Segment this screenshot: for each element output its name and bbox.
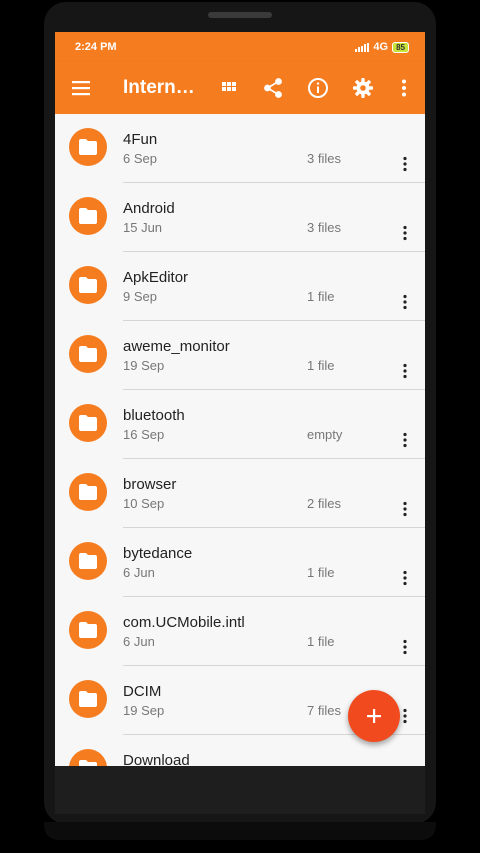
file-date: 19 Sep — [123, 358, 165, 373]
file-count: 1 file — [307, 289, 335, 304]
file-count: 1 file — [307, 358, 335, 373]
file-name: browser — [123, 476, 177, 493]
folder-icon — [69, 128, 107, 166]
list-item[interactable]: aweme_monitor 19 Sep 1 file — [55, 321, 425, 390]
list-item[interactable]: browser 10 Sep 2 files — [55, 459, 425, 528]
list-item[interactable]: Android 15 Jun 3 files — [55, 183, 425, 252]
file-date: 19 Sep — [123, 703, 165, 718]
list-item[interactable]: com.UCMobile.intl 6 Jun 1 file — [55, 597, 425, 666]
file-count: 3 files — [307, 151, 341, 166]
item-more-icon[interactable] — [397, 570, 413, 586]
folder-icon — [69, 473, 107, 511]
file-date: 6 Jun — [123, 634, 155, 649]
status-time: 2:24 PM — [75, 41, 117, 53]
file-date: 16 Sep — [123, 427, 165, 442]
folder-icon — [69, 542, 107, 580]
phone-base — [44, 822, 436, 840]
file-name: 4Fun — [123, 131, 158, 148]
file-name: Download — [123, 752, 190, 766]
file-count: empty — [307, 427, 343, 442]
folder-icon — [69, 335, 107, 373]
item-more-icon[interactable] — [397, 363, 413, 379]
bottom-bezel — [55, 766, 425, 814]
file-name: bytedance — [123, 545, 193, 562]
folder-icon — [69, 266, 107, 304]
file-count: 1 file — [307, 565, 335, 580]
file-name: DCIM — [123, 683, 162, 700]
status-bar: 2:24 PM 4G 85 — [55, 32, 425, 62]
plus-icon — [367, 709, 381, 723]
item-more-icon[interactable] — [397, 156, 413, 172]
app-bar: Internal storage — [55, 62, 425, 114]
share-icon[interactable] — [261, 76, 285, 100]
list-item[interactable]: 4Fun 6 Sep 3 files — [55, 114, 425, 183]
add-fab-button[interactable] — [348, 690, 400, 742]
file-count: 1 file — [307, 634, 335, 649]
screen: 2:24 PM 4G 85 Internal storage — [55, 32, 425, 766]
file-list: 4Fun 6 Sep 3 files Android 15 Jun 3 files ApkE… — [55, 114, 425, 766]
folder-icon — [69, 749, 107, 766]
file-count: 3 files — [307, 220, 341, 235]
network-type: 4G — [373, 41, 389, 53]
more-vert-icon[interactable] — [392, 76, 416, 100]
settings-icon[interactable] — [351, 76, 375, 100]
folder-icon — [69, 611, 107, 649]
item-more-icon[interactable] — [397, 639, 413, 655]
file-name: aweme_monitor — [123, 338, 230, 355]
file-name: com.UCMobile.intl — [123, 614, 245, 631]
folder-icon — [69, 680, 107, 718]
list-item[interactable]: bytedance 6 Jun 1 file — [55, 528, 425, 597]
file-count: 7 files — [307, 703, 341, 718]
grid-view-icon[interactable] — [217, 76, 241, 100]
menu-icon[interactable] — [71, 77, 91, 99]
item-more-icon[interactable] — [397, 294, 413, 310]
folder-icon — [69, 197, 107, 235]
file-name: bluetooth — [123, 407, 185, 424]
folder-icon — [69, 404, 107, 442]
item-more-icon[interactable] — [397, 225, 413, 241]
file-name: Android — [123, 200, 175, 217]
list-item[interactable]: bluetooth 16 Sep empty — [55, 390, 425, 459]
file-date: 6 Jun — [123, 565, 155, 580]
file-count: 2 files — [307, 496, 341, 511]
file-date: 10 Sep — [123, 496, 165, 511]
battery-icon: 85 — [392, 41, 409, 53]
item-more-icon[interactable] — [397, 501, 413, 517]
info-icon[interactable] — [306, 76, 330, 100]
file-name: ApkEditor — [123, 269, 189, 286]
item-more-icon[interactable] — [397, 432, 413, 448]
file-date: 9 Sep — [123, 289, 157, 304]
page-title: Internal storage — [123, 77, 203, 98]
file-date: 15 Jun — [123, 220, 163, 235]
signal-icon — [355, 42, 370, 52]
speaker-grille — [208, 12, 272, 18]
file-date: 6 Sep — [123, 151, 157, 166]
list-item[interactable]: ApkEditor 9 Sep 1 file — [55, 252, 425, 321]
